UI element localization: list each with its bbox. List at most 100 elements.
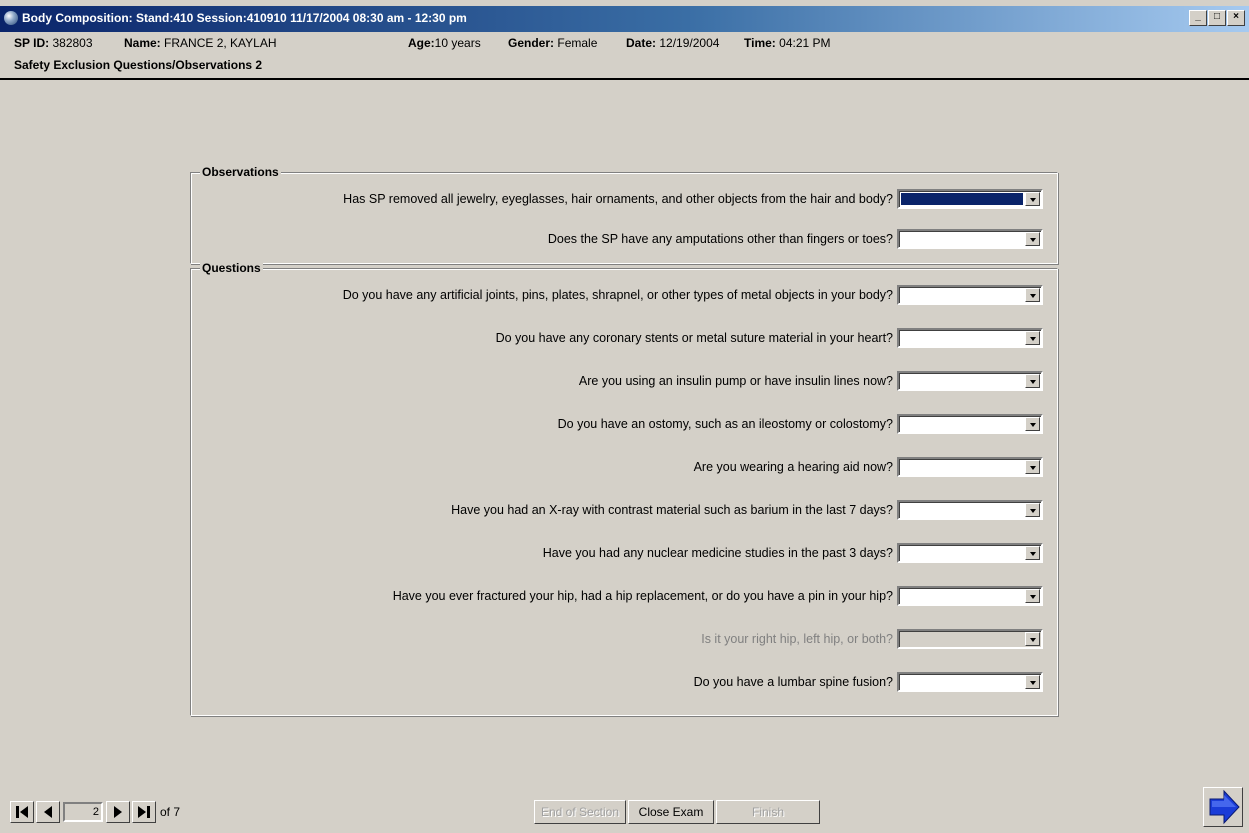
gender-value: Female — [557, 36, 598, 50]
next-arrow-button[interactable] — [1203, 787, 1243, 827]
question-row: Do you have any coronary stents or metal… — [496, 327, 1043, 349]
answer-dropdown[interactable] — [897, 285, 1043, 305]
section-divider — [0, 78, 1249, 80]
previous-page-icon — [44, 806, 52, 818]
dropdown-value — [901, 590, 1023, 602]
dropdown-value — [901, 633, 1023, 645]
restore-button[interactable]: □ — [1208, 10, 1226, 26]
app-globe-icon — [4, 11, 18, 25]
dropdown-value — [901, 504, 1023, 516]
question-label: Have you ever fractured your hip, had a … — [392, 589, 893, 603]
question-row: Have you had an X-ray with contrast mate… — [451, 499, 1043, 521]
page-number-field[interactable]: 2 — [63, 802, 103, 822]
question-label: Is it your right hip, left hip, or both? — [701, 632, 893, 646]
last-page-icon — [138, 806, 150, 818]
last-page-button[interactable] — [132, 801, 156, 823]
answer-dropdown[interactable] — [897, 414, 1043, 434]
name-value: FRANCE 2, KAYLAH — [164, 36, 277, 50]
question-label: Do you have any coronary stents or metal… — [495, 331, 893, 345]
questions-group: Questions Do you have any artificial joi… — [190, 261, 1058, 716]
participant-info-bar: SP ID: 382803 Name: FRANCE 2, KAYLAH Age… — [0, 32, 1249, 54]
question-row: Are you wearing a hearing aid now? — [694, 456, 1043, 478]
dropdown-arrow-icon[interactable] — [1025, 417, 1040, 431]
right-arrow-icon — [1209, 789, 1240, 825]
minimize-button[interactable]: _ — [1189, 10, 1207, 26]
date-value: 12/19/2004 — [659, 36, 720, 50]
question-label: Are you using an insulin pump or have in… — [578, 374, 893, 388]
dropdown-value — [901, 375, 1023, 387]
previous-page-button[interactable] — [36, 801, 60, 823]
sp-id-label: SP ID: — [14, 36, 50, 50]
exam-buttons: End of Section Close Exam Finish — [534, 800, 822, 824]
dropdown-arrow-icon[interactable] — [1025, 546, 1040, 560]
question-row: Are you using an insulin pump or have in… — [579, 370, 1043, 392]
dropdown-value — [900, 192, 1024, 206]
finish-button[interactable]: Finish — [716, 800, 820, 824]
answer-dropdown[interactable] — [897, 586, 1043, 606]
answer-dropdown[interactable] — [897, 189, 1043, 209]
dropdown-arrow-icon[interactable] — [1025, 331, 1040, 345]
question-label: Have you had an X-ray with contrast mate… — [451, 503, 893, 517]
question-label: Do you have any artificial joints, pins,… — [342, 288, 893, 302]
dropdown-value — [901, 289, 1023, 301]
dropdown-value — [901, 418, 1023, 430]
answer-dropdown[interactable] — [897, 543, 1043, 563]
page-navigator: 2 of 7 — [10, 800, 180, 824]
gender-label: Gender: — [508, 36, 555, 50]
question-row: Have you ever fractured your hip, had a … — [393, 585, 1043, 607]
first-page-icon — [16, 806, 28, 818]
time-label: Time: — [744, 36, 776, 50]
question-label: Are you wearing a hearing aid now? — [693, 460, 893, 474]
answer-dropdown[interactable] — [897, 457, 1043, 477]
question-row: Do you have a lumbar spine fusion? — [694, 671, 1043, 693]
close-exam-button[interactable]: Close Exam — [628, 800, 714, 824]
dropdown-arrow-icon[interactable] — [1025, 675, 1040, 689]
question-row: Does the SP have any amputations other t… — [548, 228, 1043, 250]
question-row: Do you have an ostomy, such as an ileost… — [558, 413, 1043, 435]
next-page-icon — [114, 806, 122, 818]
page-count: of 7 — [160, 805, 181, 819]
dropdown-value — [901, 547, 1023, 559]
age-value: 10 years — [434, 36, 481, 50]
question-label: Does the SP have any amputations other t… — [547, 232, 893, 246]
next-page-button[interactable] — [106, 801, 130, 823]
dropdown-arrow-icon[interactable] — [1025, 192, 1040, 206]
dropdown-arrow-icon[interactable] — [1025, 232, 1040, 246]
dropdown-arrow-icon[interactable] — [1025, 589, 1040, 603]
question-label: Has SP removed all jewelry, eyeglasses, … — [343, 192, 893, 206]
question-label: Have you had any nuclear medicine studie… — [542, 546, 893, 560]
window-title: Body Composition: Stand:410 Session:4109… — [22, 11, 467, 25]
question-row: Is it your right hip, left hip, or both? — [701, 628, 1043, 650]
question-row: Has SP removed all jewelry, eyeglasses, … — [343, 188, 1043, 210]
questions-legend: Questions — [200, 261, 263, 275]
first-page-button[interactable] — [10, 801, 34, 823]
close-button[interactable]: × — [1227, 10, 1245, 26]
dropdown-arrow-icon — [1025, 632, 1040, 646]
question-row: Have you had any nuclear medicine studie… — [543, 542, 1043, 564]
dropdown-arrow-icon[interactable] — [1025, 288, 1040, 302]
answer-dropdown-disabled — [897, 629, 1043, 649]
sp-id-value: 382803 — [52, 36, 93, 50]
name-label: Name: — [124, 36, 161, 50]
observations-group: Observations Has SP removed all jewelry,… — [190, 165, 1058, 264]
dropdown-arrow-icon[interactable] — [1025, 460, 1040, 474]
date-label: Date: — [626, 36, 657, 50]
section-title: Safety Exclusion Questions/Observations … — [14, 58, 263, 72]
age-label: Age: — [408, 36, 435, 50]
window-titlebar[interactable]: Body Composition: Stand:410 Session:4109… — [0, 6, 1249, 32]
question-row: Do you have any artificial joints, pins,… — [343, 284, 1043, 306]
answer-dropdown[interactable] — [897, 229, 1043, 249]
observations-legend: Observations — [200, 165, 281, 179]
end-of-section-button[interactable]: End of Section — [534, 800, 626, 824]
dropdown-value — [901, 676, 1023, 688]
dropdown-arrow-icon[interactable] — [1025, 374, 1040, 388]
answer-dropdown[interactable] — [897, 500, 1043, 520]
answer-dropdown[interactable] — [897, 328, 1043, 348]
dropdown-value — [901, 233, 1023, 245]
answer-dropdown[interactable] — [897, 371, 1043, 391]
dropdown-value — [901, 332, 1023, 344]
question-label: Do you have an ostomy, such as an ileost… — [557, 417, 893, 431]
answer-dropdown[interactable] — [897, 672, 1043, 692]
dropdown-value — [901, 461, 1023, 473]
dropdown-arrow-icon[interactable] — [1025, 503, 1040, 517]
